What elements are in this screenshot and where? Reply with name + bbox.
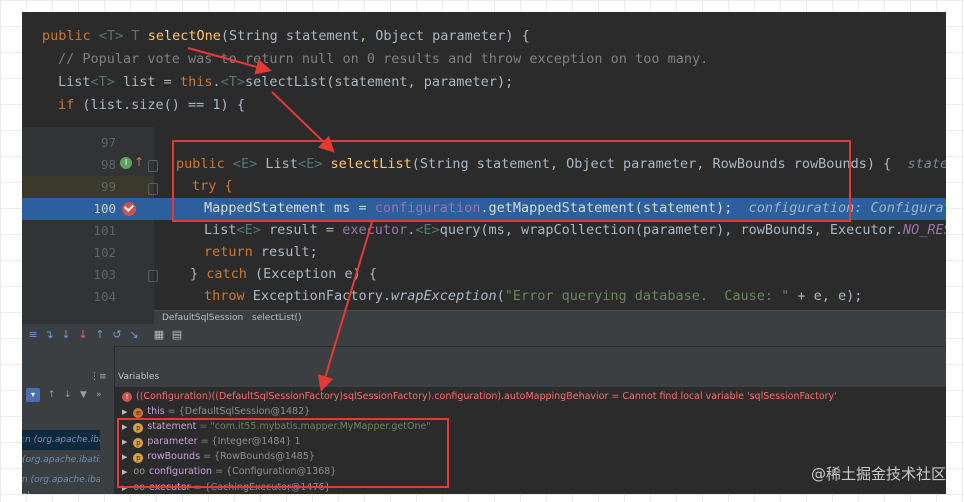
- step-over-icon[interactable]: ↴: [42, 328, 56, 342]
- fold-icon[interactable]: [148, 160, 158, 172]
- code-line-102: return result;: [204, 244, 318, 260]
- code-comment: // Popular vote was to return null on 0 …: [58, 51, 709, 67]
- run-to-cursor-icon[interactable]: ↘: [127, 328, 141, 342]
- breadcrumb-bar: DefaultSqlSession selectList(): [154, 310, 946, 324]
- editor-selectone: public <T> T selectOne(String statement,…: [22, 12, 946, 127]
- line-number: 104: [93, 289, 116, 304]
- frame-item[interactable]: s): [22, 486, 100, 494]
- evaluate-icon[interactable]: ▦: [152, 328, 166, 342]
- breadcrumb-class[interactable]: DefaultSqlSession: [162, 311, 243, 324]
- code-line-if: if (list.size() == 1) {: [58, 97, 245, 113]
- variables-title: Variables: [118, 372, 160, 382]
- code-line-selectone: public <T> T selectOne(String statement,…: [42, 28, 530, 44]
- code-line-103: } catch (Exception e) {: [190, 266, 377, 282]
- check-mark-icon: [124, 202, 134, 212]
- frame-dropdown[interactable]: ▾: [26, 388, 40, 402]
- force-step-into-icon[interactable]: ↓: [76, 328, 90, 342]
- watch-error-row[interactable]: ! ((Configuration)((DefaultSqlSessionFact…: [122, 390, 837, 404]
- expand-icon[interactable]: ▶: [122, 408, 127, 416]
- line-number: 101: [93, 223, 116, 238]
- line-number: 102: [93, 245, 116, 260]
- frame-down-icon[interactable]: ↓: [64, 390, 72, 400]
- filter-icon[interactable]: ▼: [80, 390, 87, 400]
- variables-settings-icon[interactable]: ⋮≡: [90, 372, 107, 382]
- line-number: 98: [100, 157, 116, 172]
- annotation-box-params: [117, 418, 449, 488]
- line-number: 103: [93, 267, 116, 282]
- annotation-box-method: [172, 140, 851, 222]
- step-out-icon[interactable]: ↑: [93, 328, 107, 342]
- breakpoint-icon[interactable]: [122, 202, 136, 216]
- line-number: 97: [100, 135, 116, 150]
- frame-item[interactable]: :n (org.apache.ibatis: [22, 430, 100, 450]
- step-into-icon[interactable]: ↓: [59, 328, 73, 342]
- line-number: 99: [100, 179, 116, 194]
- frame-item[interactable]: (org.apache.ibatis: [22, 450, 100, 470]
- breadcrumb-method[interactable]: selectList(): [252, 311, 302, 324]
- more-icon[interactable]: »: [96, 390, 102, 400]
- fold-icon[interactable]: [148, 270, 158, 282]
- variable-this[interactable]: ▶ ≡ this = {DefaultSqlSession@1482}: [122, 405, 310, 419]
- override-arrow-icon[interactable]: ↑: [134, 155, 144, 169]
- frames-pane: ▾ ↑ ↓ ▼ » :n (org.apache.ibatis (org.apa…: [22, 346, 115, 494]
- error-icon: !: [122, 392, 132, 402]
- field-badge-icon: ≡: [133, 408, 144, 418]
- fold-icon[interactable]: [148, 183, 158, 195]
- watermark: @稀土掘金技术社区: [810, 465, 946, 483]
- code-line-101: List<E> result = executor.<E>query(ms, w…: [204, 222, 946, 238]
- frame-up-icon[interactable]: ↑: [48, 390, 56, 400]
- implements-icon[interactable]: I: [120, 157, 132, 169]
- show-execution-point-icon[interactable]: ≡: [26, 328, 40, 342]
- drop-frame-icon[interactable]: ↺: [110, 328, 124, 342]
- debug-toolbar: ≡ ↴ ↓ ↓ ↑ ↺ ↘ ▦ ▤: [22, 324, 946, 347]
- code-line-list: List<T> list = this.<T>selectList(statem…: [58, 74, 514, 90]
- code-line-104: throw ExceptionFactory.wrapException("Er…: [204, 288, 863, 304]
- layout-icon[interactable]: ▤: [170, 328, 184, 342]
- line-number: 100: [93, 201, 116, 216]
